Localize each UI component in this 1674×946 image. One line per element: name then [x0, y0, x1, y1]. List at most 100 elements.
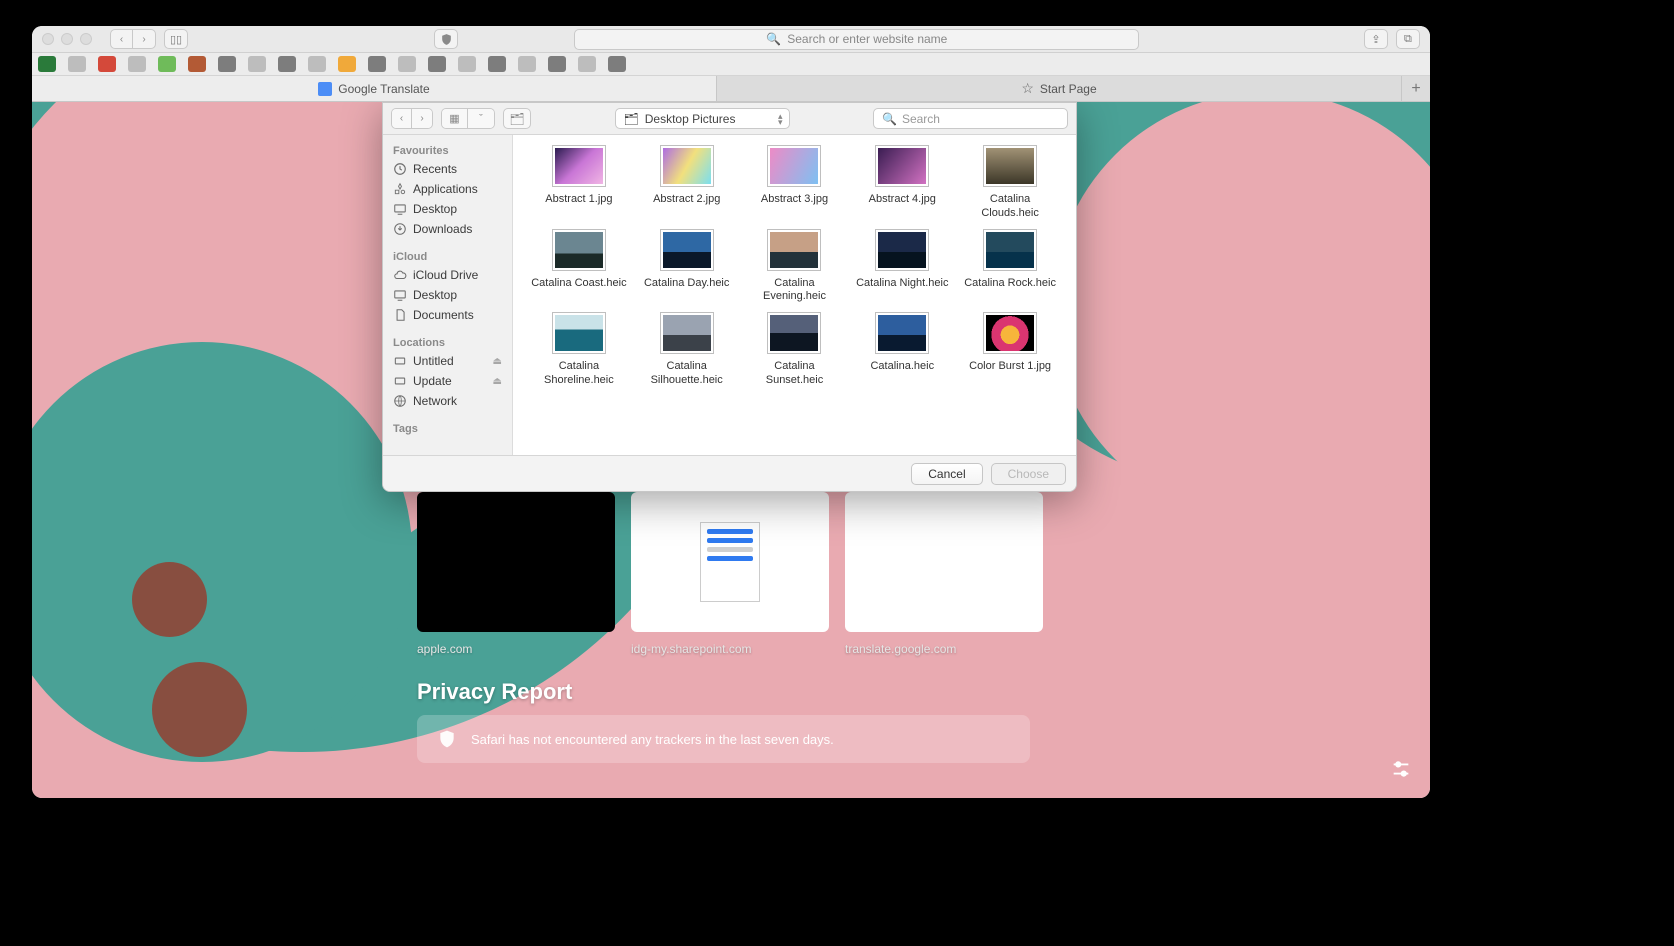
search-icon: 🔍	[766, 32, 781, 46]
close-dot[interactable]	[42, 33, 54, 45]
favbar-icon[interactable]	[68, 56, 86, 72]
favourite-card[interactable]: translate.google.com	[845, 492, 1043, 656]
file-item[interactable]: Abstract 2.jpg	[635, 145, 739, 221]
forward-button[interactable]: ›	[133, 30, 155, 48]
tabs-overview-button[interactable]: ⧉	[1396, 29, 1420, 49]
favbar-icon[interactable]	[368, 56, 386, 72]
file-item[interactable]: Abstract 3.jpg	[743, 145, 847, 221]
sidebar-section-locations: Locations	[383, 333, 512, 351]
file-grid-area[interactable]: Abstract 1.jpg Abstract 2.jpgAbstract 3.j…	[513, 135, 1076, 455]
card-preview	[417, 492, 615, 632]
sidebar-item-update[interactable]: Update⏏	[383, 371, 512, 391]
file-name: Abstract 4.jpg	[869, 193, 936, 207]
favbar-icon[interactable]	[548, 56, 566, 72]
favbar-icon[interactable]	[398, 56, 416, 72]
view-chevron-button[interactable]: ˇ	[468, 109, 494, 128]
favbar-icon[interactable]	[578, 56, 596, 72]
file-thumbnail	[660, 312, 714, 354]
sheet-back-button[interactable]: ‹	[392, 109, 412, 128]
sheet-forward-button[interactable]: ›	[412, 109, 432, 128]
tab-start-page[interactable]: ☆ Start Page	[717, 76, 1402, 101]
star-icon: ☆	[1021, 80, 1034, 97]
file-item[interactable]: Catalina Silhouette.heic	[635, 312, 739, 388]
favbar-icon[interactable]	[608, 56, 626, 72]
back-button[interactable]: ‹	[111, 30, 133, 48]
favbar-icon[interactable]	[98, 56, 116, 72]
eject-icon[interactable]: ⏏	[493, 356, 502, 367]
eject-icon[interactable]: ⏏	[493, 376, 502, 387]
file-thumbnail	[767, 312, 821, 354]
favbar-icon[interactable]	[128, 56, 146, 72]
file-item[interactable]: Abstract 1.jpg	[527, 145, 631, 221]
file-item[interactable]: Catalina Night.heic	[850, 229, 954, 305]
sheet-toolbar: ‹ › ▦ ˇ 🗂 🗂 Desktop Pictures ▴▾ 🔍 Search	[383, 103, 1076, 135]
max-dot[interactable]	[80, 33, 92, 45]
privacy-shield-button[interactable]	[434, 29, 458, 49]
favourite-card[interactable]: apple.com	[417, 492, 615, 656]
favbar-icon[interactable]	[158, 56, 176, 72]
share-button[interactable]: ⇪	[1364, 29, 1388, 49]
favbar-icon[interactable]	[308, 56, 326, 72]
sidebar-toggle[interactable]: ▯▯	[164, 29, 188, 49]
sidebar-item-desktop[interactable]: Desktop	[383, 199, 512, 219]
sidebar-item-recents[interactable]: Recents	[383, 159, 512, 179]
desktop-icon	[393, 288, 407, 302]
customize-button[interactable]	[1388, 756, 1414, 782]
favbar-icon[interactable]	[278, 56, 296, 72]
chevron-updown-icon: ▴▾	[778, 113, 783, 125]
favbar-icon[interactable]	[458, 56, 476, 72]
icon-view-button[interactable]: ▦	[442, 109, 468, 128]
file-item[interactable]: Abstract 4.jpg	[850, 145, 954, 221]
favbar-icon[interactable]	[488, 56, 506, 72]
network-icon	[393, 394, 407, 408]
privacy-report-box[interactable]: Safari has not encountered any trackers …	[417, 715, 1030, 763]
favbar-icon[interactable]	[518, 56, 536, 72]
favbar-icon[interactable]	[338, 56, 356, 72]
translate-icon	[318, 82, 332, 96]
file-thumbnail	[983, 312, 1037, 354]
file-item[interactable]: Catalina Sunset.heic	[743, 312, 847, 388]
file-thumbnail	[875, 229, 929, 271]
file-item[interactable]: Catalina Evening.heic	[743, 229, 847, 305]
file-name: Abstract 1.jpg	[545, 193, 612, 207]
file-item[interactable]: Catalina Day.heic	[635, 229, 739, 305]
favourite-card[interactable]: idg-my.sharepoint.com	[631, 492, 829, 656]
cloud-icon	[393, 268, 407, 282]
favbar-icon[interactable]	[218, 56, 236, 72]
new-tab-button[interactable]: +	[1402, 76, 1430, 101]
sidebar-item-untitled[interactable]: Untitled⏏	[383, 351, 512, 371]
favbar-icon[interactable]	[188, 56, 206, 72]
sidebar-item-downloads[interactable]: Downloads	[383, 219, 512, 239]
choose-button[interactable]: Choose	[991, 463, 1066, 485]
file-item[interactable]: Catalina Shoreline.heic	[527, 312, 631, 388]
sidebar-item-applications[interactable]: Applications	[383, 179, 512, 199]
tab-label: Google Translate	[338, 82, 429, 96]
file-item[interactable]: Catalina Rock.heic	[958, 229, 1062, 305]
address-bar[interactable]: 🔍 Search or enter website name	[574, 29, 1139, 50]
sheet-search[interactable]: 🔍 Search	[873, 108, 1068, 129]
apps-icon	[393, 182, 407, 196]
file-item[interactable]: Catalina Clouds.heic	[958, 145, 1062, 221]
group-button[interactable]: 🗂	[503, 108, 531, 129]
file-item[interactable]: Color Burst 1.jpg	[958, 312, 1062, 388]
file-thumbnail	[660, 145, 714, 187]
sidebar-item-network[interactable]: Network	[383, 391, 512, 411]
file-thumbnail	[552, 229, 606, 271]
favbar-icon[interactable]	[38, 56, 56, 72]
sidebar-item-icloud-desktop[interactable]: Desktop	[383, 285, 512, 305]
tab-google-translate[interactable]: Google Translate	[32, 76, 717, 101]
file-thumbnail	[552, 145, 606, 187]
favbar-icon[interactable]	[248, 56, 266, 72]
tab-label: Start Page	[1040, 82, 1097, 96]
min-dot[interactable]	[61, 33, 73, 45]
file-item[interactable]: Catalina Coast.heic	[527, 229, 631, 305]
sidebar-item-icloud-drive[interactable]: iCloud Drive	[383, 265, 512, 285]
traffic-lights[interactable]	[42, 33, 92, 45]
file-thumbnail	[983, 145, 1037, 187]
siri-heading: Siri Suggestions	[417, 796, 591, 798]
cancel-button[interactable]: Cancel	[911, 463, 982, 485]
sidebar-item-documents[interactable]: Documents	[383, 305, 512, 325]
file-item[interactable]: Catalina.heic	[850, 312, 954, 388]
favbar-icon[interactable]	[428, 56, 446, 72]
location-popup[interactable]: 🗂 Desktop Pictures ▴▾	[615, 108, 790, 129]
